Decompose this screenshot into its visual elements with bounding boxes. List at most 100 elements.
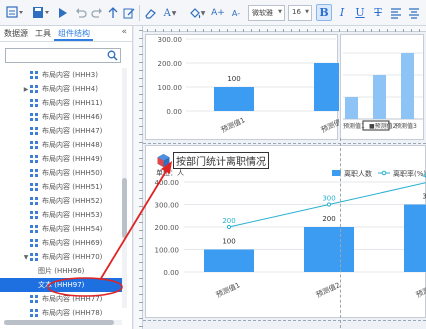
strikethrough-button[interactable]: T [370, 4, 386, 21]
tree-item[interactable]: ▼ 布局内容 (HHH70) [0, 250, 124, 264]
search-input[interactable] [6, 49, 106, 62]
tree-item[interactable]: 布局内容 (HHH3) [0, 68, 124, 82]
tree-item[interactable]: 图片 (HHH96) [0, 264, 124, 278]
tree-item[interactable]: 布局内容 (HHH69) [0, 236, 124, 250]
tree-item[interactable]: 布局内容 (HHH48) [0, 138, 124, 152]
save-icon[interactable] [30, 4, 52, 22]
layout-grid-icon [30, 295, 38, 303]
line-data-label: 200 [222, 217, 235, 225]
tree-item[interactable]: 布局内容 (HHH54) [0, 222, 124, 236]
y-tick-label: 200.00 [155, 224, 180, 232]
tree-item[interactable]: 布局内容 (HHH11) [0, 96, 124, 110]
tree-item[interactable]: 布局内容 (HHH46) [0, 110, 124, 124]
bar [204, 249, 254, 272]
italic-button[interactable]: I [334, 4, 350, 21]
layout-grid-icon [30, 141, 38, 149]
tree-item-label: 布局内容 (HHH4) [42, 85, 98, 93]
font-family-select[interactable]: 微软雅 ▼ [248, 5, 285, 21]
y-tick-label: 300.00 [155, 202, 180, 210]
bar [401, 53, 414, 119]
tree-vertical-scrollbar[interactable] [122, 68, 127, 308]
tree-item[interactable]: ▶ 布局内容 (HHH4) [0, 82, 124, 96]
layout-grid-icon [30, 99, 38, 107]
tree-item[interactable]: 布局内容 (HHH50) [0, 166, 124, 180]
format-brush-icon[interactable] [4, 4, 26, 22]
y-tick-label: 400.00 [155, 179, 180, 187]
tab-component-structure[interactable]: 组件结构 [54, 26, 93, 41]
font-shrink-button[interactable]: A- [228, 4, 244, 22]
vertical-ruler [134, 26, 143, 329]
design-canvas[interactable]: 300.00 200.00 100.00 0.00 100 预测值1 预测值2 预测值1 ■预… [134, 26, 426, 329]
align-center-icon[interactable] [406, 4, 422, 22]
font-grow-button[interactable]: A+ [210, 4, 226, 22]
tree-item[interactable]: 布局内容 (HHH53) [0, 208, 124, 222]
redo-icon[interactable] [90, 4, 104, 22]
x-tick-label: 预测值1 [220, 115, 247, 134]
expand-arrow-icon[interactable]: ▶ [22, 86, 30, 93]
line-data-label: 400 [422, 172, 426, 180]
tree-item[interactable]: 布局内容 (HHH49) [0, 152, 124, 166]
chart-component-main[interactable]: 单位：人 离职人数 离职率(%) 400.00 300.00 200.00 100.00 0.… [145, 145, 426, 318]
scrollbar-thumb[interactable] [4, 320, 114, 325]
line-data-label: 300 [322, 195, 335, 203]
layout-grid-icon [30, 113, 38, 121]
y-tick-label: 100.00 [158, 84, 183, 92]
layout-guide [340, 138, 341, 328]
tree-item-label: 布局内容 (HHH77) [42, 295, 103, 303]
layout-guide [143, 143, 426, 144]
tree-item[interactable]: 布局内容 (HHH51) [0, 180, 124, 194]
cube-icon [157, 154, 170, 168]
collapse-panel-icon[interactable]: « [121, 27, 127, 37]
chart-component-top-right[interactable]: 预测值1 ■预测值2 预测值3 [340, 34, 424, 140]
tree-horizontal-scrollbar[interactable] [4, 320, 122, 325]
tree-item-label: 文本 (HHH97) [38, 281, 85, 289]
tree-item-label: 布局内容 (HHH51) [42, 183, 103, 191]
expand-arrow-icon[interactable]: ▼ [22, 254, 30, 261]
font-color-icon[interactable]: A ▼ [160, 4, 180, 22]
bar [345, 97, 358, 119]
tree-item[interactable]: 布局内容 (HHH47) [0, 124, 124, 138]
edit-icon[interactable] [122, 4, 136, 22]
undo-icon[interactable] [74, 4, 88, 22]
font-family-value: 微软雅 [252, 9, 273, 17]
layout-grid-icon [30, 253, 38, 261]
bold-button[interactable]: B [316, 4, 332, 21]
scrollbar-thumb[interactable] [122, 178, 127, 238]
search-icon[interactable] [107, 50, 118, 63]
bar [214, 87, 254, 111]
tree-item-label: 布局内容 (HHH3) [42, 71, 98, 79]
bar [314, 63, 354, 111]
chart-title[interactable]: 按部门统计离职情况 [173, 152, 269, 169]
font-size-select[interactable]: 16 ▼ [288, 5, 312, 21]
preview-play-icon[interactable] [56, 4, 70, 22]
move-up-icon[interactable] [106, 4, 120, 22]
x-tick-label: 预测值1 [343, 122, 365, 130]
font-size-value: 16 [292, 8, 301, 16]
tree-item-label: 布局内容 (HHH52) [42, 197, 103, 205]
tree-item[interactable]: 文本 (HHH97) [0, 278, 124, 292]
eraser-icon[interactable] [143, 4, 157, 22]
chart-component-top-left[interactable]: 300.00 200.00 100.00 0.00 100 预测值1 预测值2 [145, 34, 354, 140]
font-color-label: A [163, 7, 171, 19]
align-left-icon[interactable] [388, 4, 404, 22]
tree-item-label: 布局内容 (HHH54) [42, 225, 103, 233]
tree-item-label: 布局内容 (HHH11) [42, 99, 103, 107]
tree-item[interactable]: 布局内容 (HHH77) [0, 292, 124, 306]
horizontal-ruler [143, 26, 426, 32]
tree-item-label: 布局内容 (HHH46) [42, 113, 103, 121]
bar [373, 75, 386, 119]
underline-button[interactable]: U [352, 4, 368, 21]
search-box[interactable] [5, 48, 121, 63]
component-structure-panel: 数据源 工具 组件结构 « 布局内容 (HHH3) ▶ 布局内容 (HHH4) 布局内… [0, 26, 133, 329]
tree-item-label: 布局内容 (HHH78) [42, 309, 103, 317]
tab-data-source[interactable]: 数据源 [0, 26, 31, 41]
tree-item[interactable]: 布局内容 (HHH78) [0, 306, 124, 320]
tree-item-label: 布局内容 (HHH48) [42, 141, 103, 149]
layout-guide [143, 320, 426, 321]
layout-grid-icon [30, 239, 38, 247]
tree-item-label: 布局内容 (HHH50) [42, 169, 103, 177]
tab-tools[interactable]: 工具 [31, 26, 54, 41]
bar-data-label: 200 [322, 215, 335, 223]
tree-item[interactable]: 布局内容 (HHH52) [0, 194, 124, 208]
fill-color-icon[interactable]: ▼ [186, 4, 208, 22]
